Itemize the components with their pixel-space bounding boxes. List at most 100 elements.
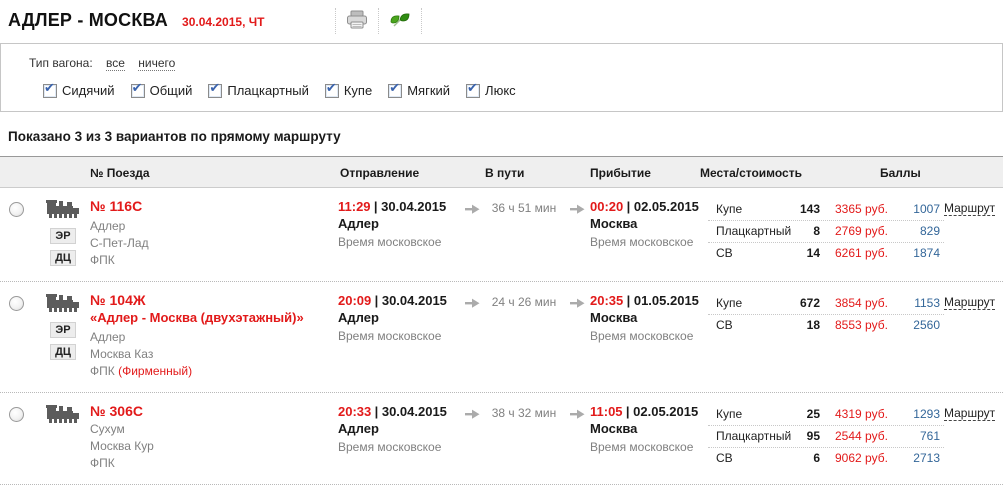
select-train-radio[interactable] [9,202,24,217]
page-header: АДЛЕР - МОСКВА 30.04.2015, ЧТ [0,0,1003,40]
route-link[interactable]: Маршрут [944,406,995,421]
departure-date: | 30.04.2015 [374,199,446,214]
checkbox-myagkiy[interactable]: ✔ Мягкий [388,83,450,98]
departure-date: | 30.04.2015 [375,404,447,419]
class-seats: 14 [794,246,820,260]
train-number-link[interactable]: № 104Ж [90,292,338,308]
class-row: СВ 18 8553 руб. 2560 [708,315,944,336]
col-seats-price: Места/стоимость [700,157,802,189]
departure-city: Адлер [338,214,460,233]
checkbox-checked-icon: ✔ [208,84,222,98]
route-link[interactable]: Маршрут [944,295,995,310]
badge-er: ЭР [50,228,75,244]
class-name: Плацкартный [708,224,794,238]
print-button[interactable] [336,8,378,34]
class-points-link[interactable]: 761 [900,429,940,443]
route-link[interactable]: Маршрут [944,201,995,216]
col-train-number: № Поезда [90,157,150,189]
checkbox-checked-icon: ✔ [131,84,145,98]
select-none-link[interactable]: ничего [138,56,175,71]
class-row: СВ 14 6261 руб. 1874 [708,243,944,264]
checkmark-icon: ✔ [209,81,220,95]
trip-duration: 24 ч 26 мин [484,290,564,380]
train-number-link[interactable]: № 306С [90,403,338,419]
origin-station: Адлер [90,218,338,235]
train-icon [46,413,80,427]
class-points-link[interactable]: 1293 [900,407,940,421]
class-price: 4319 руб. [820,407,900,421]
col-departure: Отправление [340,157,419,189]
departure-time: 11:29 [338,199,371,214]
checkbox-checked-icon: ✔ [43,84,57,98]
class-points-link[interactable]: 1874 [900,246,940,260]
checkbox-platskartny[interactable]: ✔ Плацкартный [208,83,309,98]
class-points-link[interactable]: 2560 [900,318,940,332]
departure-date: | 30.04.2015 [375,293,447,308]
class-row: Купе 25 4319 руб. 1293 [708,404,944,426]
destination-station: Москва Каз [90,346,338,363]
class-row: Плацкартный 8 2769 руб. 829 [708,221,944,243]
checkbox-checked-icon: ✔ [466,84,480,98]
checkmark-icon: ✔ [44,81,55,95]
class-price: 2544 руб. [820,429,900,443]
class-name: Купе [708,296,794,310]
class-list: Купе 143 3365 руб. 1007 Плацкартный 8 27… [708,196,944,269]
select-all-link[interactable]: все [106,56,125,71]
trip-duration: 36 ч 51 мин [484,196,564,269]
departure-city: Адлер [338,308,460,327]
arrow-right-icon [570,408,585,422]
checkbox-kupe[interactable]: ✔ Купе [325,83,372,98]
arrival-info: 11:05 | 02.05.2015 Москва Время московск… [590,401,708,472]
class-seats: 18 [794,318,820,332]
class-name: Плацкартный [708,429,794,443]
class-price: 2769 руб. [820,224,900,238]
eco-button[interactable] [379,8,421,34]
route-date: 30.04.2015, ЧТ [182,15,265,29]
class-list: Купе 25 4319 руб. 1293 Плацкартный 95 25… [708,401,944,472]
class-name: СВ [708,318,794,332]
checkbox-lyuks[interactable]: ✔ Люкс [466,83,516,98]
class-points-link[interactable]: 1007 [900,202,940,216]
arrival-timezone: Время московское [590,438,708,456]
arrival-time: 11:05 [590,404,623,419]
checkmark-icon: ✔ [389,81,400,95]
departure-time: 20:09 [338,293,371,308]
page-title: АДЛЕР - МОСКВА [8,10,168,31]
class-name: Купе [708,202,794,216]
departure-time: 20:33 [338,404,371,419]
leaf-icon [388,10,412,33]
class-price: 3854 руб. [820,296,900,310]
class-seats: 143 [794,202,820,216]
checkbox-obshchiy[interactable]: ✔ Общий [131,83,193,98]
checkmark-icon: ✔ [132,81,143,95]
class-price: 6261 руб. [820,246,900,260]
checkbox-label: Плацкартный [227,83,309,98]
class-points-link[interactable]: 1153 [900,296,940,310]
arrival-time: 00:20 [590,199,623,214]
checkmark-icon: ✔ [467,81,478,95]
arrival-timezone: Время московское [590,327,708,345]
class-points-link[interactable]: 2713 [900,451,940,465]
checkbox-label: Общий [150,83,193,98]
train-row: ЭР ДЦ № 116С Адлер С-Пет-Лад ФПК 11:29 |… [0,188,1003,282]
class-points-link[interactable]: 829 [900,224,940,238]
class-row: СВ 6 9062 руб. 2713 [708,448,944,469]
divider [421,8,422,34]
checkbox-sidyachiy[interactable]: ✔ Сидячий [43,83,115,98]
departure-timezone: Время московское [338,327,460,345]
arrow-right-icon [570,297,585,311]
departure-info: 20:33 | 30.04.2015 Адлер Время московско… [338,401,460,472]
arrow-right-icon [465,408,480,422]
arrow-right-icon [570,203,585,217]
train-number-link[interactable]: № 116С [90,198,338,214]
destination-station: С-Пет-Лад [90,235,338,252]
checkbox-label: Сидячий [62,83,115,98]
class-name: СВ [708,246,794,260]
select-train-radio[interactable] [9,296,24,311]
class-seats: 25 [794,407,820,421]
checkmark-icon: ✔ [326,81,337,95]
badge-dts: ДЦ [50,250,76,266]
carrier: ФПК [90,252,338,269]
header-actions [335,8,422,34]
select-train-radio[interactable] [9,407,24,422]
